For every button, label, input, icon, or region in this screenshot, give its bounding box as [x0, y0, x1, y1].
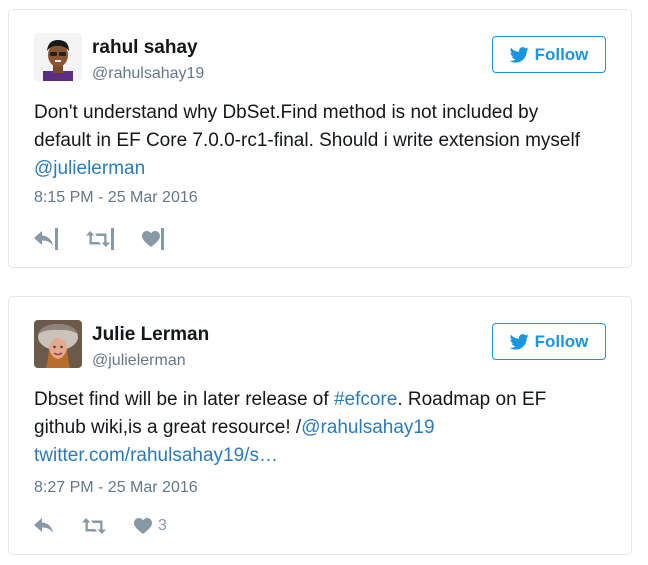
retweet-button[interactable]: [86, 227, 114, 251]
action-separator: [55, 228, 58, 250]
heart-icon: [142, 231, 160, 247]
reply-icon: [34, 231, 53, 246]
reply-button[interactable]: [34, 227, 58, 251]
display-name[interactable]: Julie Lerman: [92, 324, 209, 346]
user-names: rahul sahay @rahulsahay19: [92, 37, 204, 85]
timestamp[interactable]: 8:27 PM - 25 Mar 2016: [34, 479, 198, 497]
mention-link[interactable]: @rahulsahay19: [301, 417, 434, 438]
like-button[interactable]: 3: [134, 514, 167, 538]
follow-button[interactable]: Follow: [492, 36, 606, 73]
tweet-card: rahul sahay @rahulsahay19 Follow Don't u…: [8, 9, 632, 268]
tweet-text: Dbset find will be in later release of #…: [34, 386, 591, 470]
reply-button[interactable]: [34, 514, 54, 538]
tweet-text-body: Dbset find will be in later release of: [34, 389, 334, 410]
screen-name[interactable]: @rahulsahay19: [92, 63, 204, 85]
heart-icon: [134, 518, 152, 534]
reply-icon: [34, 518, 53, 533]
avatar[interactable]: [34, 33, 82, 81]
twitter-bird-icon: [509, 333, 529, 350]
mention-link[interactable]: @julielerman: [34, 158, 145, 179]
tweet-text-body: Don't understand why DbSet.Find method i…: [34, 102, 580, 151]
tweet-card: Julie Lerman @julielerman Follow Dbset f…: [8, 296, 632, 555]
avatar[interactable]: [34, 320, 82, 368]
like-count: 3: [158, 517, 167, 534]
retweet-button[interactable]: [82, 514, 106, 538]
display-name[interactable]: rahul sahay: [92, 37, 204, 59]
url-link[interactable]: twitter.com/rahulsahay19/s…: [34, 445, 278, 466]
timestamp[interactable]: 8:15 PM - 25 Mar 2016: [34, 189, 198, 207]
retweet-icon: [86, 231, 110, 247]
tweet-actions: [34, 227, 192, 251]
tweet-actions: 3: [34, 514, 195, 538]
like-button[interactable]: [142, 227, 164, 251]
retweet-icon: [82, 518, 106, 534]
tweet-text: Don't understand why DbSet.Find method i…: [34, 99, 591, 183]
action-separator: [161, 228, 164, 250]
follow-button[interactable]: Follow: [492, 323, 606, 360]
user-names: Julie Lerman @julielerman: [92, 324, 209, 372]
screen-name[interactable]: @julielerman: [92, 350, 209, 372]
follow-label: Follow: [534, 331, 589, 351]
hashtag-link[interactable]: #efcore: [334, 389, 397, 410]
twitter-bird-icon: [509, 46, 529, 63]
action-separator: [111, 228, 114, 250]
follow-label: Follow: [534, 44, 589, 64]
